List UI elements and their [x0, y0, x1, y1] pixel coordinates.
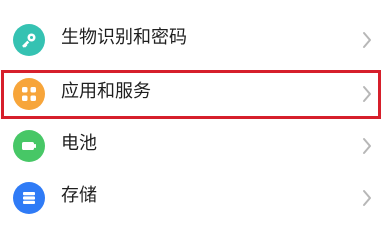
- chevron-right-icon: [363, 138, 371, 154]
- settings-item-biometrics-passwords[interactable]: 生物识别和密码: [0, 12, 383, 66]
- storage-icon: [13, 182, 45, 214]
- key-icon: [13, 24, 45, 56]
- settings-item-apps-services[interactable]: 应用和服务: [0, 66, 383, 120]
- chevron-right-icon: [363, 190, 371, 206]
- settings-list: 生物识别和密码 应用和服务 电池 存储: [0, 0, 383, 218]
- settings-item-label: 电池: [61, 133, 97, 154]
- chevron-right-icon: [363, 32, 371, 48]
- chevron-right-icon: [363, 86, 371, 102]
- settings-item-label: 应用和服务: [61, 81, 151, 102]
- settings-item-label: 生物识别和密码: [61, 27, 187, 48]
- battery-icon: [13, 130, 45, 162]
- settings-item-label: 存储: [61, 185, 97, 206]
- settings-item-storage[interactable]: 存储: [0, 170, 383, 218]
- apps-grid-icon: [13, 78, 45, 110]
- settings-item-battery[interactable]: 电池: [0, 118, 383, 172]
